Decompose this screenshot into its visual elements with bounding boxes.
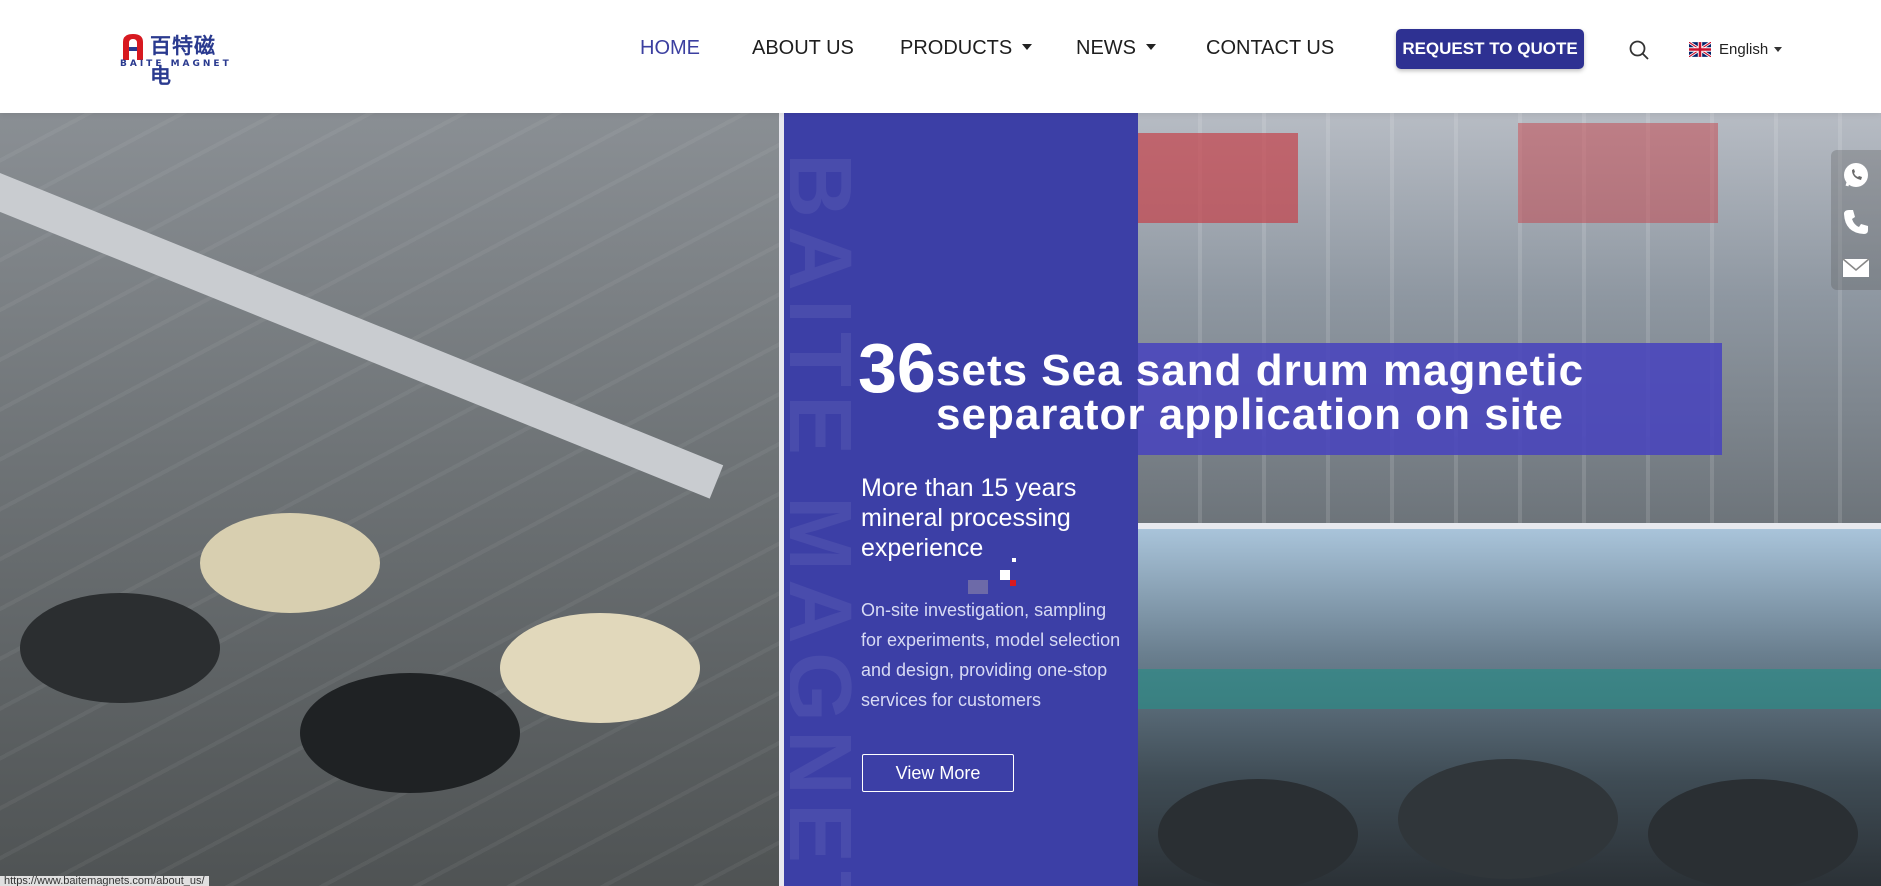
nav-products[interactable]: PRODUCTS — [900, 37, 1033, 60]
hero-photo-left — [0, 113, 780, 886]
ship-hull-shape — [1138, 669, 1881, 709]
logo-mark-icon — [123, 34, 143, 60]
chevron-down-icon — [1022, 43, 1033, 50]
drum-shape — [200, 513, 380, 613]
status-url: https://www.baitemagnets.com/about_us/ — [0, 876, 209, 886]
nav-about-us[interactable]: ABOUT US — [752, 37, 854, 60]
hero-headline: sets Sea sand drum magnetic separator ap… — [936, 346, 1585, 439]
hero-subheading: More than 15 years mineral processing ex… — [861, 474, 1077, 562]
site-header: 百特磁电 BAITE MAGNET HOME ABOUT US PRODUCTS… — [0, 0, 1881, 113]
drum-shape — [500, 613, 700, 723]
nav-home[interactable]: HOME — [640, 37, 700, 60]
request-to-quote-button[interactable]: REQUEST TO QUOTE — [1396, 29, 1584, 69]
phone-icon[interactable] — [1841, 207, 1871, 237]
language-label: English — [1719, 40, 1769, 58]
hero-photo-top-right — [1138, 113, 1881, 523]
logo[interactable]: 百特磁电 BAITE MAGNET — [120, 30, 229, 88]
chevron-down-icon — [1146, 43, 1156, 50]
pipe-shape — [0, 173, 724, 499]
hero-number: 36 — [858, 329, 936, 407]
watermark-text: BAITE MAGNETIC — [790, 153, 869, 886]
hero-photo-bottom-right — [1138, 529, 1881, 886]
drum-shape — [1158, 779, 1358, 886]
email-icon[interactable] — [1841, 253, 1871, 283]
view-more-button[interactable]: View More — [862, 754, 1014, 792]
chevron-down-icon — [1774, 46, 1783, 52]
drum-shape — [1398, 759, 1618, 879]
language-selector[interactable]: English — [1689, 38, 1783, 60]
whatsapp-icon[interactable] — [1841, 160, 1871, 190]
search-icon[interactable] — [1628, 39, 1650, 61]
drum-shape — [1648, 779, 1858, 886]
drum-shape — [20, 593, 220, 703]
nav-news[interactable]: NEWS — [1076, 37, 1156, 60]
hero-description: On-site investigation, sampling for expe… — [861, 600, 1121, 710]
logo-english-text: BAITE MAGNET — [120, 59, 232, 69]
nav-contact-us[interactable]: CONTACT US — [1206, 37, 1334, 60]
hero-banner: BAITE MAGNETIC 36 sets Sea sand drum mag… — [0, 113, 1881, 886]
crane-shape — [1518, 123, 1718, 223]
floating-contact-bar — [1831, 150, 1881, 290]
crane-shape — [1138, 133, 1298, 223]
drum-shape — [300, 673, 520, 793]
decorative-squares-icon — [968, 558, 1016, 594]
uk-flag-icon — [1689, 41, 1711, 57]
